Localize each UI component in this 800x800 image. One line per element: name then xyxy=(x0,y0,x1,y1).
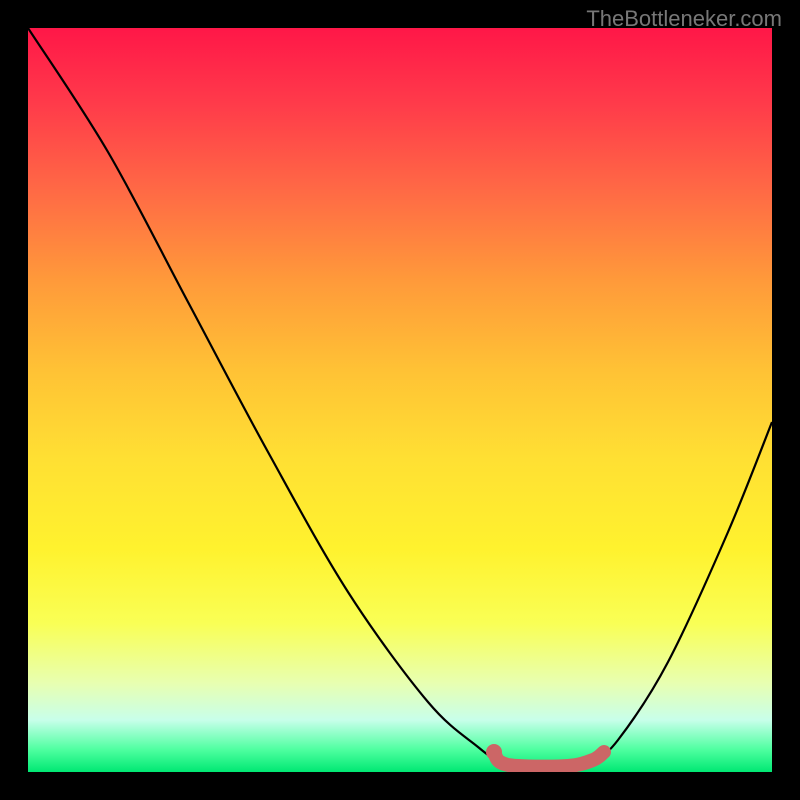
watermark-text: TheBottleneker.com xyxy=(586,6,782,32)
highlight-segment xyxy=(494,752,604,767)
marker-dot xyxy=(486,744,502,760)
chart-svg xyxy=(28,28,772,772)
bottleneck-curve xyxy=(28,28,772,767)
